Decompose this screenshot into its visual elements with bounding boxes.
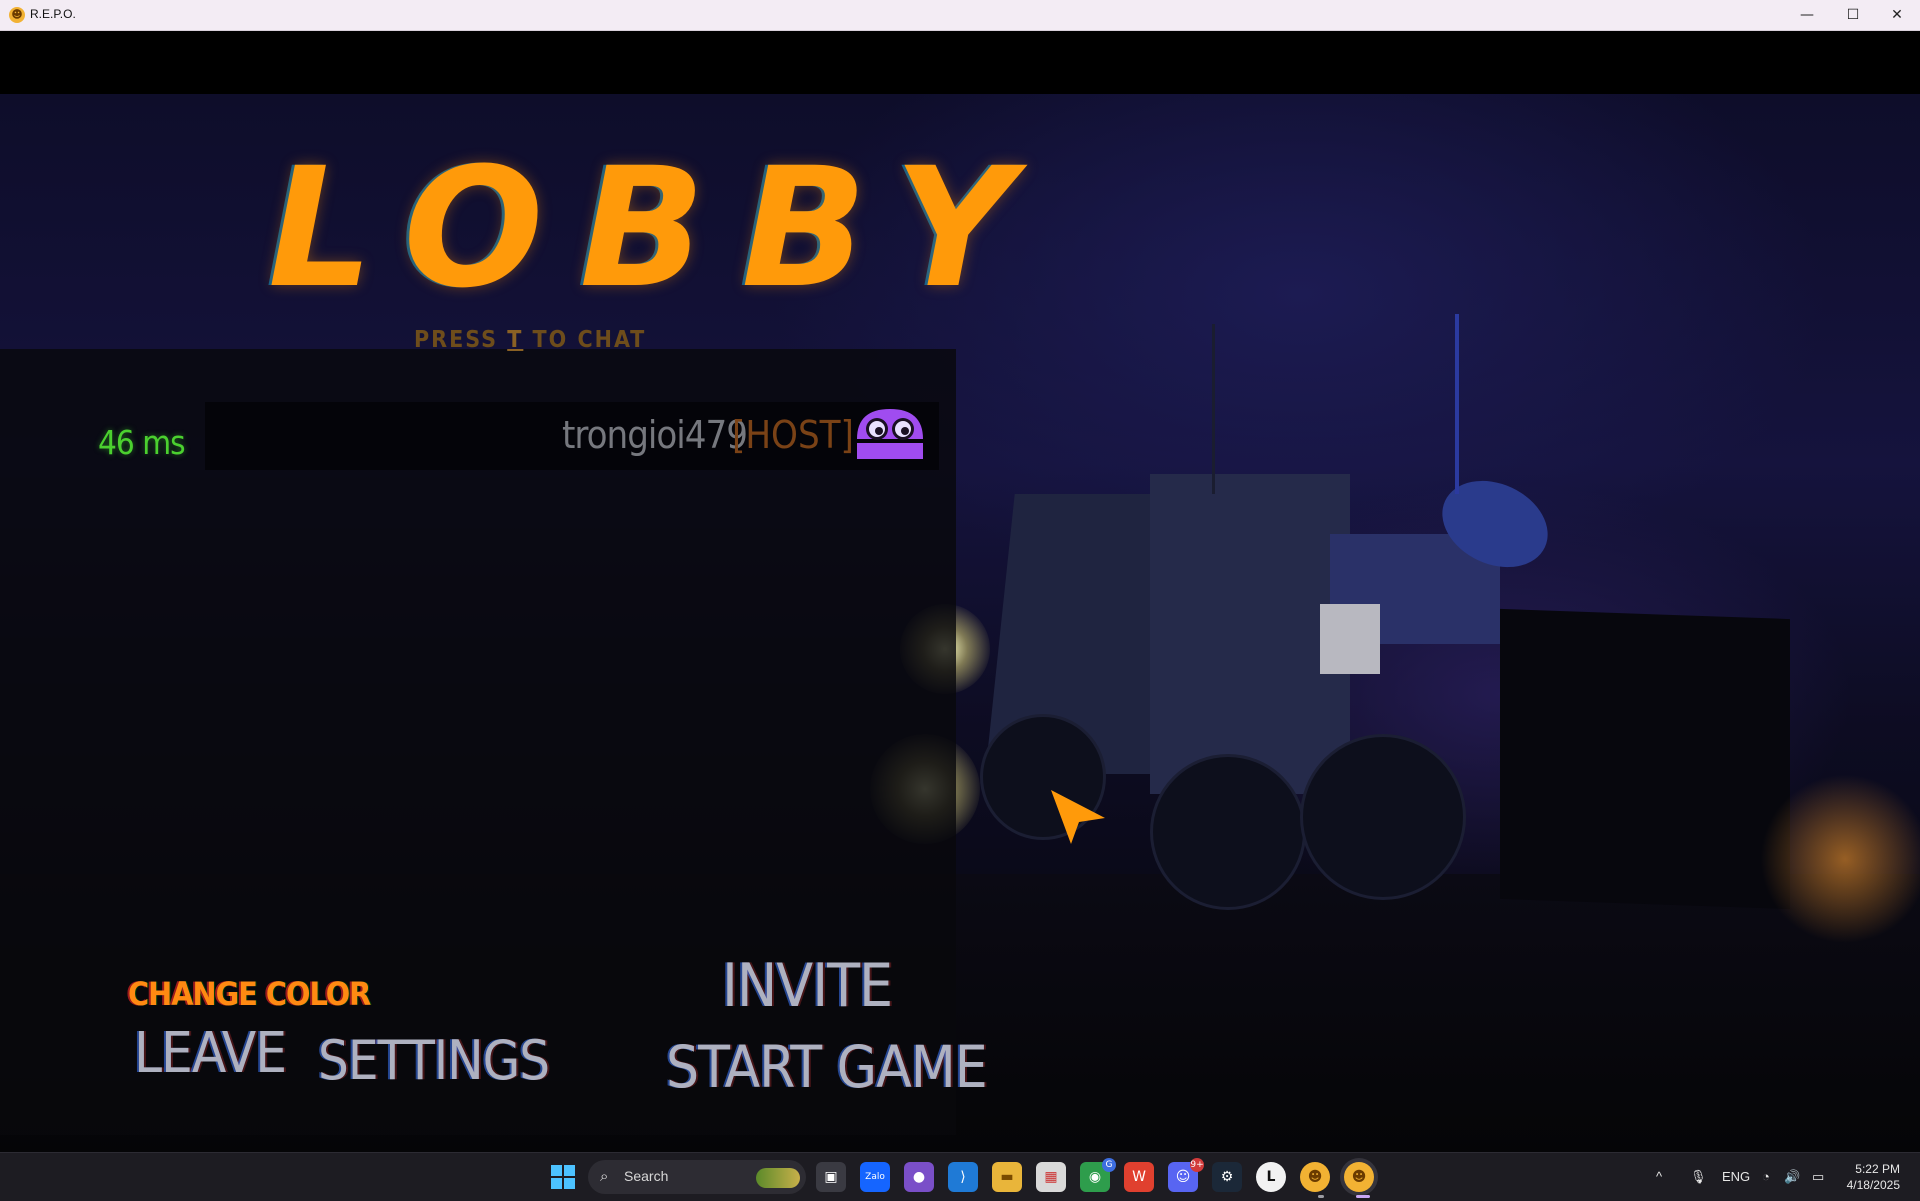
- truck-wheel: [1300, 734, 1466, 900]
- task-view-icon[interactable]: ▣: [816, 1162, 846, 1192]
- discord-glyph: ☺: [1175, 1169, 1191, 1185]
- taskbar-search-input[interactable]: ⌕ Search: [588, 1160, 806, 1194]
- leave-button[interactable]: LEAVE: [134, 1021, 287, 1086]
- active-indicator: [1356, 1195, 1370, 1198]
- dark-sign: [1500, 608, 1790, 910]
- repo-app-icon: ☻: [9, 7, 25, 23]
- file-explorer-icon[interactable]: ▬: [992, 1162, 1022, 1192]
- chrome-badge: G: [1102, 1158, 1116, 1172]
- taskbar: ⌕ Search ▣ Zalo ● ⟩ ▬ ▦ ◉ G W ☺ 9+ ⚙ L ☻ ☻…: [0, 1152, 1920, 1201]
- settings-button[interactable]: SETTINGS: [318, 1029, 550, 1092]
- battery-icon[interactable]: ▭: [1812, 1169, 1824, 1185]
- chat-hint-key: T: [507, 327, 524, 353]
- chrome-glyph: ◉: [1088, 1169, 1102, 1185]
- chrome-icon[interactable]: ◉ G: [1080, 1158, 1116, 1192]
- app-grid-icon[interactable]: ▦: [1036, 1162, 1066, 1192]
- player-name: trongioi479: [562, 413, 748, 457]
- invite-button[interactable]: INVITE: [722, 951, 893, 1021]
- window-title: R.E.P.O.: [30, 7, 76, 21]
- volume-icon[interactable]: 🔊: [1784, 1169, 1800, 1185]
- repo-app-icon[interactable]: ☻: [1300, 1162, 1330, 1192]
- github-icon[interactable]: ●: [904, 1162, 934, 1192]
- steam-icon[interactable]: ⚙: [1212, 1162, 1242, 1192]
- truck-wheel: [1150, 754, 1306, 910]
- repo-app-active-icon[interactable]: ☻: [1344, 1162, 1374, 1192]
- player-avatar-icon: [857, 409, 923, 459]
- search-icon: ⌕: [600, 1167, 609, 1185]
- zalo-icon[interactable]: Zalo: [860, 1162, 890, 1192]
- chat-hint: PRESS T TO CHAT: [414, 327, 646, 353]
- start-game-button[interactable]: START GAME: [666, 1033, 988, 1101]
- antenna: [1455, 314, 1459, 494]
- game-cursor-icon: [1051, 790, 1105, 844]
- windows-start-icon[interactable]: [548, 1162, 578, 1192]
- discord-icon[interactable]: ☺ 9+: [1168, 1158, 1204, 1192]
- change-color-button[interactable]: CHANGE COLOR: [128, 975, 371, 1013]
- wifi-icon[interactable]: ◔: [1762, 1169, 1770, 1184]
- vscode-icon[interactable]: ⟩: [948, 1162, 978, 1192]
- search-highlight-icon: [756, 1168, 800, 1188]
- campfire-glow: [1760, 774, 1920, 944]
- maximize-button[interactable]: ☐: [1830, 0, 1876, 30]
- microphone-icon[interactable]: 🎙: [1690, 1169, 1707, 1185]
- chat-hint-prefix: PRESS: [414, 327, 508, 353]
- launcher-l-icon[interactable]: L: [1256, 1162, 1286, 1192]
- discord-badge: 9+: [1190, 1158, 1204, 1172]
- tray-chevron-icon[interactable]: ^: [1656, 1169, 1662, 1184]
- language-indicator[interactable]: ENG: [1722, 1169, 1750, 1184]
- host-tag: [HOST]: [732, 413, 854, 457]
- ping-readout: 46 ms: [98, 423, 186, 462]
- minimize-button[interactable]: —: [1784, 0, 1830, 30]
- lobby-title: LOBBY: [268, 132, 1050, 324]
- running-indicator: [1318, 1195, 1324, 1198]
- truck-window: [1320, 604, 1380, 674]
- antenna: [1212, 324, 1215, 494]
- chat-hint-suffix: TO CHAT: [523, 327, 647, 353]
- clock[interactable]: 5:22 PM 4/18/2025: [1847, 1161, 1900, 1193]
- close-button[interactable]: ✕: [1874, 0, 1920, 30]
- window-titlebar: ☻ R.E.P.O. — ☐ ✕: [0, 0, 1920, 31]
- clock-time: 5:22 PM: [1855, 1162, 1900, 1176]
- search-placeholder: Search: [624, 1168, 669, 1184]
- game-viewport[interactable]: LOBBY PRESS T TO CHAT 46 ms trongioi479 …: [0, 31, 1920, 1152]
- clock-date: 4/18/2025: [1846, 1178, 1900, 1192]
- wps-icon[interactable]: W: [1124, 1162, 1154, 1192]
